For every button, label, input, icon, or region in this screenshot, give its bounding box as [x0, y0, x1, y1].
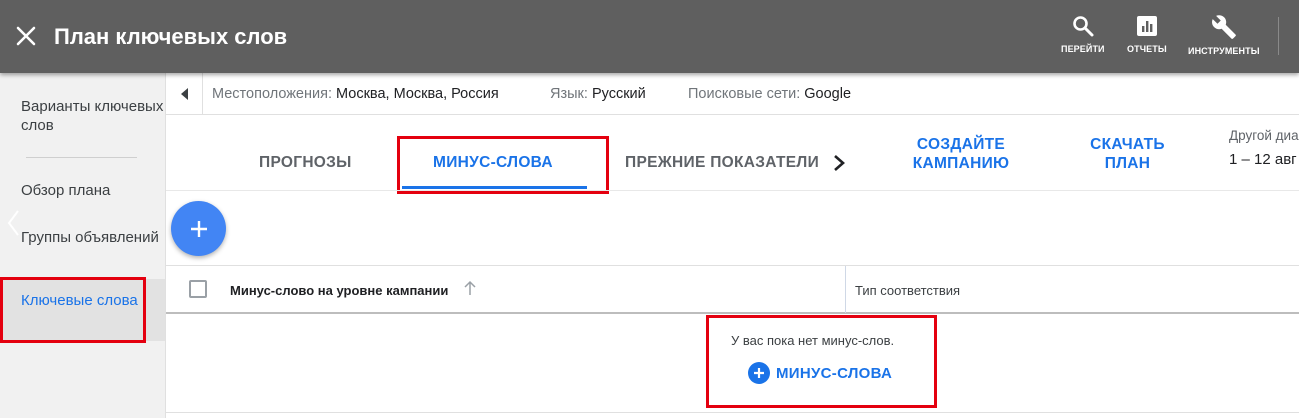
select-all-checkbox[interactable]: [189, 280, 207, 298]
active-tab-indicator: [402, 186, 587, 189]
date-range-label: Другой диа: [1229, 128, 1299, 143]
filter-bar: Местоположения: Москва, Москва, Россия Я…: [166, 73, 1299, 115]
column-header-match-type[interactable]: Тип соответствия: [855, 283, 960, 298]
top-app-bar: План ключевых слов ПЕРЕЙТИ ОТЧЕТЫ ИНСТРУ…: [0, 0, 1299, 73]
tabs-divider: [166, 190, 1299, 191]
filter-locations-value: Москва, Москва, Россия: [336, 86, 499, 102]
go-to-button[interactable]: ПЕРЕЙТИ: [1061, 14, 1105, 60]
reports-button[interactable]: ОТЧЕТЫ: [1127, 14, 1167, 60]
table-bottom-border: [166, 412, 1299, 413]
sidebar-item-ad-groups[interactable]: Группы объявлений: [0, 228, 165, 247]
collapse-sidebar-button[interactable]: [166, 73, 203, 114]
filter-locations-key: Местоположения:: [212, 86, 332, 102]
plus-circle-icon: [748, 362, 770, 384]
filter-locations[interactable]: Местоположения: Москва, Москва, Россия: [212, 85, 499, 103]
arrow-up-icon[interactable]: [463, 280, 477, 296]
sidebar-item-keyword-ideas[interactable]: Варианты ключевых слов: [0, 97, 165, 135]
triangle-left-icon: [181, 87, 188, 100]
filter-language[interactable]: Язык: Русский: [550, 85, 646, 103]
sidebar-item-plan-overview[interactable]: Обзор плана: [0, 181, 165, 200]
filter-language-value: Русский: [591, 86, 646, 102]
table-header: Минус-слово на уровне кампании Тип соотв…: [166, 265, 1299, 314]
close-button[interactable]: [12, 22, 40, 50]
filter-networks[interactable]: Поисковые сети: Google: [688, 85, 851, 103]
add-negative-keywords-label: МИНУС-СЛОВА: [776, 364, 893, 382]
tools-label: ИНСТРУМЕНТЫ: [1188, 46, 1260, 56]
close-icon: [16, 26, 36, 46]
page-title: План ключевых слов: [54, 24, 288, 49]
sidebar-divider: [26, 157, 137, 158]
reports-icon: [1136, 16, 1157, 36]
download-plan-button[interactable]: СКАЧАТЬ ПЛАН: [1080, 135, 1175, 173]
go-to-label: ПЕРЕЙТИ: [1061, 44, 1105, 54]
tab-forecasts[interactable]: ПРОГНОЗЫ: [259, 154, 352, 172]
add-button[interactable]: [171, 201, 226, 256]
create-campaign-button[interactable]: СОЗДАЙТЕ КАМПАНИЮ: [906, 135, 1016, 173]
sidebar-item-keywords[interactable]: Ключевые слова: [0, 279, 165, 341]
filter-language-key: Язык:: [550, 86, 588, 102]
column-separator[interactable]: [845, 266, 846, 313]
wrench-icon: [1211, 15, 1236, 39]
filter-networks-value: Google: [804, 86, 852, 102]
filter-networks-key: Поисковые сети:: [688, 86, 801, 102]
reports-label: ОТЧЕТЫ: [1127, 44, 1167, 54]
topbar-divider: [1278, 17, 1279, 55]
chevron-right-icon[interactable]: [829, 152, 849, 174]
tab-negative-keywords[interactable]: МИНУС-СЛОВА: [433, 154, 553, 172]
date-range-value[interactable]: 1 – 12 авг: [1229, 151, 1297, 168]
plus-icon: [190, 220, 207, 237]
tab-historical-metrics[interactable]: ПРЕЖНИЕ ПОКАЗАТЕЛИ: [625, 154, 819, 172]
tools-button[interactable]: ИНСТРУМЕНТЫ: [1188, 14, 1260, 60]
add-negative-keywords-button[interactable]: МИНУС-СЛОВА: [748, 361, 892, 385]
column-header-negative-keyword[interactable]: Минус-слово на уровне кампании: [230, 283, 448, 298]
search-icon: [1073, 16, 1094, 37]
empty-state-message: У вас пока нет минус-слов.: [731, 333, 895, 348]
left-sidebar: Варианты ключевых слов Обзор плана Групп…: [0, 73, 166, 418]
